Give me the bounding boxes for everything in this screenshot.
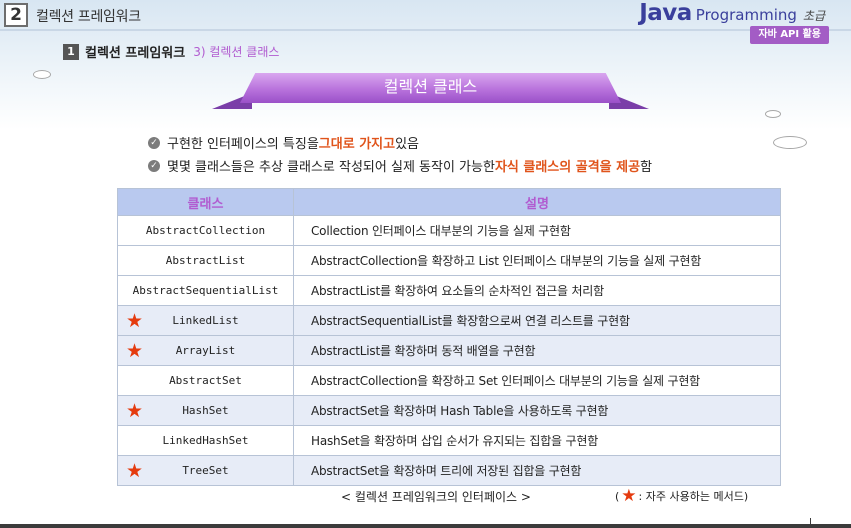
class-name: AbstractList [165, 254, 246, 267]
bullet-text-post: 함 [640, 160, 653, 175]
bullet-item: ✓ 몇몇 클래스들은 추상 클래스로 작성되어 실제 동작이 가능한 자식 클래… [148, 154, 652, 177]
chapter-title: 컬렉션 프레임워크 [36, 9, 141, 25]
bullet-text-pre: 몇몇 클래스들은 추상 클래스로 작성되어 실제 동작이 가능한 [167, 160, 495, 175]
legend: ( ★ : 자주 사용하는 메서드) [615, 486, 749, 506]
table-row: AbstractSet AbstractCollection을 확장하고 Set … [117, 365, 781, 396]
legend-text: : 자주 사용하는 메서드) [638, 490, 749, 503]
class-name: LinkedList [172, 314, 239, 327]
star-icon: ★ [126, 400, 144, 422]
class-name: AbstractCollection [145, 224, 266, 237]
class-name-cell: ★ ArrayList [117, 335, 294, 366]
description-cell: AbstractList를 확장하여 요소들의 순차적인 접근을 처리함 [293, 275, 781, 306]
class-name-cell: AbstractCollection [117, 215, 294, 246]
class-name: HashSet [182, 404, 229, 417]
star-icon: ★ [126, 310, 144, 332]
table-header-row: 클래스 설명 [117, 188, 781, 216]
sub-header-number: 1 [63, 43, 79, 60]
bullet-text-pre: 구현한 인터페이스의 특징을 [167, 137, 319, 152]
class-name-cell: AbstractSet [117, 365, 294, 396]
collection-class-table: 클래스 설명 AbstractCollection Collection 인터페이… [117, 188, 781, 486]
brand-java: Java [639, 0, 692, 26]
table-body: AbstractCollection Collection 인터페이스 대부분의 … [117, 215, 781, 486]
brand-programming: Programming [695, 6, 797, 24]
description-cell: AbstractSet을 확장하며 트리에 저장된 집합을 구현함 [293, 455, 781, 486]
brand-level: 초급 [802, 9, 825, 23]
description-cell: AbstractSequentialList를 확장함으로써 연결 리스트를 구… [293, 305, 781, 336]
brand-logo: Java Programming 초급 [639, 0, 825, 26]
check-icon: ✓ [148, 159, 160, 172]
topic-tag: 자바 API 활용 [750, 26, 829, 44]
class-name: ArrayList [175, 344, 236, 357]
bullet-list: ✓ 구현한 인터페이스의 특징을 그대로 가지고 있음 ✓ 몇몇 클래스들은 추… [148, 131, 652, 177]
class-name-cell: ★ TreeSet [117, 455, 294, 486]
legend-open: ( [615, 489, 620, 503]
banner-title: 컬렉션 클래스 [240, 73, 621, 103]
description-cell: HashSet을 확장하며 삽입 순서가 유지되는 집합을 구현함 [293, 425, 781, 456]
class-name-cell: ★ HashSet [117, 395, 294, 426]
sub-header-section: 3) 컬렉션 클래스 [193, 45, 280, 59]
star-icon: ★ [126, 460, 144, 482]
class-name-cell: ★ LinkedList [117, 305, 294, 336]
header-divider [0, 29, 851, 31]
class-name: TreeSet [182, 464, 229, 477]
bottom-tick [810, 518, 811, 528]
table-row: AbstractCollection Collection 인터페이스 대부분의 … [117, 215, 781, 246]
description-cell: AbstractCollection을 확장하고 List 인터페이스 대부분의… [293, 245, 781, 276]
class-name: LinkedHashSet [162, 434, 249, 447]
table-row: AbstractList AbstractCollection을 확장하고 Lis… [117, 245, 781, 276]
class-name: AbstractSequentialList [132, 284, 279, 297]
sub-header-title: 컬렉션 프레임워크 [85, 46, 186, 61]
table-row: ★ TreeSet AbstractSet을 확장하며 트리에 저장된 집합을 구현… [117, 455, 781, 486]
star-icon: ★ [621, 486, 637, 506]
description-cell: AbstractList를 확장하며 동적 배열을 구현함 [293, 335, 781, 366]
bullet-text-post: 있음 [395, 137, 420, 152]
chapter-number: 2 [4, 3, 28, 27]
class-name-cell: AbstractSequentialList [117, 275, 294, 306]
class-name-cell: LinkedHashSet [117, 425, 294, 456]
description-cell: AbstractCollection을 확장하고 Set 인터페이스 대부분의 … [293, 365, 781, 396]
cloud-icon [33, 70, 51, 79]
class-name: AbstractSet [169, 374, 242, 387]
bottom-bar [0, 524, 851, 528]
bullet-text-highlight: 자식 클래스의 골격을 제공 [494, 160, 641, 175]
table-row: AbstractSequentialList AbstractList를 확장하여… [117, 275, 781, 306]
check-icon: ✓ [148, 136, 160, 149]
table-caption: < 컬렉션 프레임워크의 인터페이스 > [341, 490, 531, 504]
table-row: ★ ArrayList AbstractList를 확장하며 동적 배열을 구현함 [117, 335, 781, 366]
section-banner: 컬렉션 클래스 [212, 73, 649, 113]
table-row: ★ HashSet AbstractSet을 확장하며 Hash Table을 사용… [117, 395, 781, 426]
sub-header: 1 컬렉션 프레임워크 3) 컬렉션 클래스 [63, 42, 279, 61]
cloud-icon [773, 136, 807, 149]
description-cell: Collection 인터페이스 대부분의 기능을 실제 구현함 [293, 215, 781, 246]
table-row: ★ LinkedList AbstractSequentialList를 확장함으로… [117, 305, 781, 336]
cloud-icon [765, 110, 781, 118]
bullet-item: ✓ 구현한 인터페이스의 특징을 그대로 가지고 있음 [148, 131, 652, 154]
star-icon: ★ [126, 340, 144, 362]
table-row: LinkedHashSet HashSet을 확장하며 삽입 순서가 유지되는 집… [117, 425, 781, 456]
header-class: 클래스 [117, 188, 294, 216]
bullet-text-highlight: 그대로 가지고 [318, 137, 396, 152]
class-name-cell: AbstractList [117, 245, 294, 276]
description-cell: AbstractSet을 확장하며 Hash Table을 사용하도록 구현함 [293, 395, 781, 426]
header-description: 설명 [293, 188, 781, 216]
